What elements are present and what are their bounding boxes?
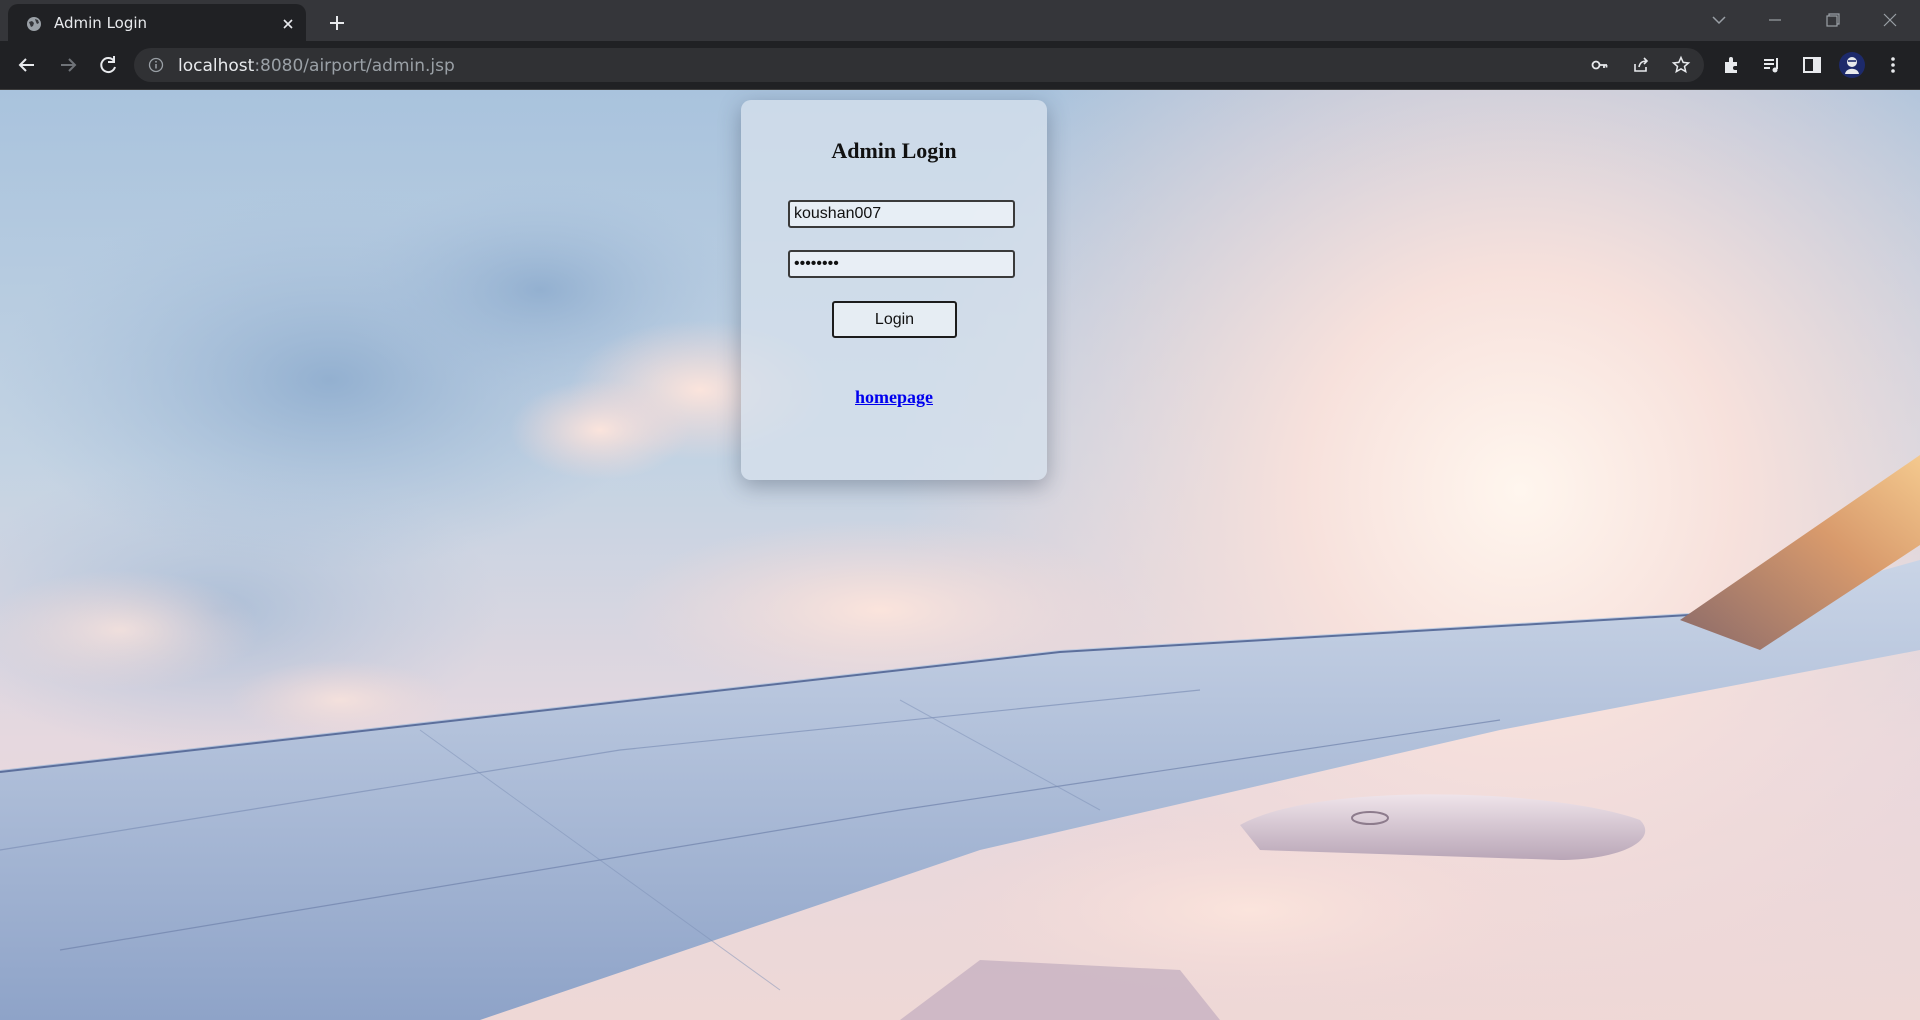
close-window-icon[interactable] [1878,8,1902,32]
username-input[interactable] [788,200,1015,228]
plus-icon[interactable] [326,12,348,34]
homepage-link[interactable]: homepage [741,387,1047,408]
star-icon[interactable] [1671,55,1691,75]
info-icon[interactable] [148,57,164,73]
browser-toolbar: localhost:8080/airport/admin.jsp [0,41,1920,90]
minimize-icon[interactable] [1763,8,1787,32]
more-icon[interactable] [1882,54,1904,76]
globe-icon [27,17,41,31]
key-icon[interactable] [1590,55,1610,75]
profile-avatar[interactable] [1839,52,1865,78]
side-panel-icon[interactable] [1801,54,1823,76]
media-icon[interactable] [1761,54,1783,76]
restore-icon[interactable] [1821,8,1845,32]
back-icon[interactable] [14,52,40,78]
share-icon[interactable] [1631,55,1651,75]
url-path: :8080/airport/admin.jsp [254,56,455,76]
tab-strip: Admin Login [0,0,1920,41]
chevron-down-icon[interactable] [1707,8,1731,32]
tab-title: Admin Login [54,14,148,32]
reload-icon[interactable] [95,52,121,78]
page-viewport: Admin Login Login homepage [0,90,1920,1020]
login-card: Admin Login Login homepage [741,100,1047,480]
url-host: localhost [178,56,255,76]
url-text[interactable]: localhost:8080/airport/admin.jsp [178,56,455,76]
close-icon[interactable] [280,16,296,32]
extensions-icon[interactable] [1721,54,1743,76]
login-heading: Admin Login [831,138,957,163]
browser-tab[interactable]: Admin Login [8,4,306,41]
forward-icon[interactable] [55,52,81,78]
profile-avatar-icon [1845,57,1859,74]
address-bar[interactable]: localhost:8080/airport/admin.jsp [134,48,1704,82]
password-input[interactable] [788,250,1015,278]
login-button[interactable]: Login [832,301,957,338]
